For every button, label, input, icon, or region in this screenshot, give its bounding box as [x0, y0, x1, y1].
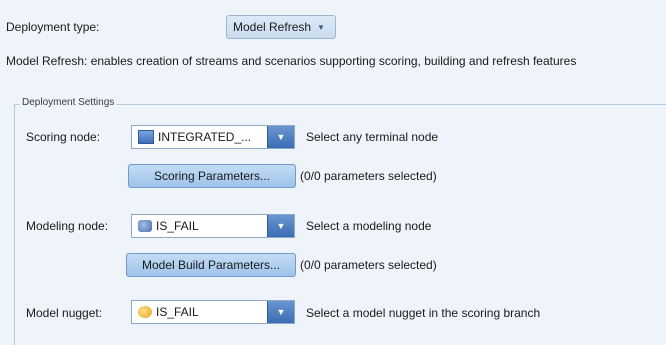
terminal-node-icon	[138, 130, 154, 144]
chevron-down-icon[interactable]: ▼	[267, 215, 294, 237]
deployment-description: Model Refresh: enables creation of strea…	[6, 54, 577, 68]
modeling-node-combo[interactable]: IS_FAIL ▼	[131, 214, 295, 238]
deployment-type-label: Deployment type:	[6, 20, 100, 34]
model-nugget-label: Model nugget:	[26, 306, 103, 320]
deployment-settings-legend: Deployment Settings	[20, 97, 117, 108]
scoring-node-combo[interactable]: INTEGRATED_... ▼	[131, 125, 295, 149]
model-build-parameters-button[interactable]: Model Build Parameters...	[126, 253, 296, 277]
modeling-node-hint: Select a modeling node	[306, 219, 432, 233]
scoring-parameters-button[interactable]: Scoring Parameters...	[128, 164, 296, 188]
model-nugget-hint: Select a model nugget in the scoring bra…	[306, 306, 541, 320]
model-nugget-combo[interactable]: IS_FAIL ▼	[131, 300, 295, 324]
modeling-node-value: IS_FAIL	[156, 219, 199, 233]
deployment-type-dropdown[interactable]: Model Refresh ▼	[226, 15, 336, 39]
chevron-down-icon[interactable]: ▼	[267, 126, 294, 148]
model-build-parameters-note: (0/0 parameters selected)	[300, 258, 437, 272]
chevron-down-icon: ▼	[317, 22, 325, 32]
scoring-node-hint: Select any terminal node	[306, 130, 439, 144]
modeling-node-icon	[138, 220, 152, 232]
scoring-parameters-note: (0/0 parameters selected)	[300, 169, 437, 183]
chevron-down-icon[interactable]: ▼	[267, 301, 294, 323]
model-nugget-icon	[138, 306, 152, 318]
modeling-node-label: Modeling node:	[26, 219, 109, 233]
scoring-node-label: Scoring node:	[26, 130, 101, 144]
deployment-panel: { "deployment": { "type_label": "Deploym…	[0, 0, 666, 345]
scoring-node-value: INTEGRATED_...	[158, 130, 252, 144]
deployment-type-value: Model Refresh	[233, 20, 312, 34]
model-nugget-value: IS_FAIL	[156, 305, 199, 319]
